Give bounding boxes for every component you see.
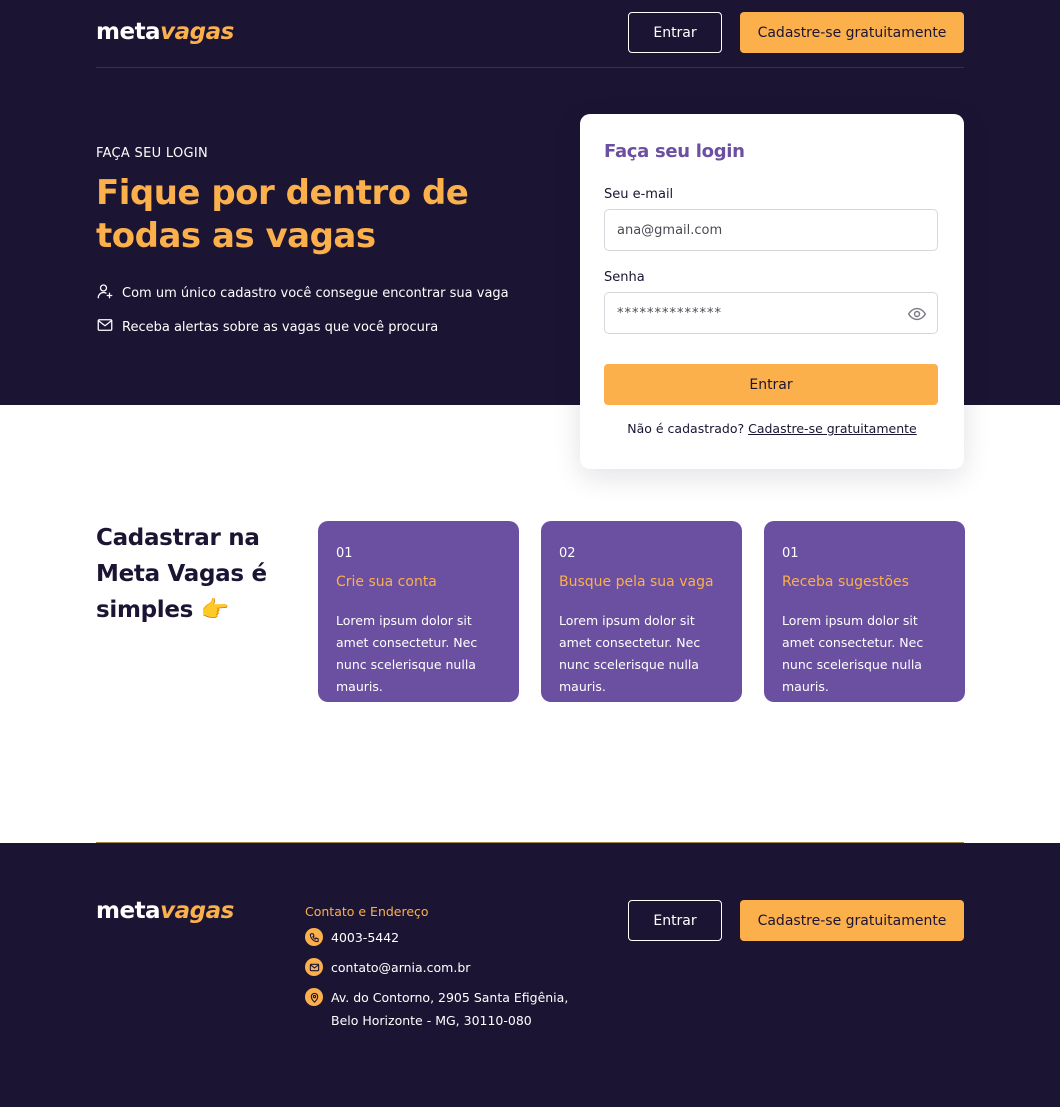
email-value: ana@gmail.com [617, 222, 723, 238]
email-text: contato@arnia.com.br [331, 960, 471, 975]
hero-eyebrow: FAÇA SEU LOGIN [96, 146, 209, 161]
step-number: 02 [559, 546, 576, 561]
header-divider [96, 67, 964, 68]
step-title: Crie sua conta [336, 574, 437, 590]
step-title: Receba sugestões [782, 574, 909, 590]
login-submit-button[interactable]: Entrar [604, 364, 938, 405]
step-title: Busque pela sua vaga [559, 574, 714, 590]
contact-email[interactable]: contato@arnia.com.br [305, 956, 470, 979]
benefit-item: Com um único cadastro você consegue enco… [96, 282, 509, 304]
footer-signup-button[interactable]: Cadastre-se gratuitamente [740, 900, 964, 941]
footer-section [0, 843, 1060, 1107]
address-line-2: Belo Horizonte - MG, 30110-080 [331, 1013, 532, 1028]
footer-divider [96, 842, 964, 843]
signup-prompt: Não é cadastrado? Cadastre-se gratuitame… [580, 421, 964, 436]
step-card: 01 Crie sua conta Lorem ipsum dolor sit … [318, 521, 519, 702]
header-signup-button[interactable]: Cadastre-se gratuitamente [740, 12, 964, 53]
mail-icon [305, 958, 323, 976]
step-card: 01 Receba sugestões Lorem ipsum dolor si… [764, 521, 965, 702]
phone-icon [305, 928, 323, 946]
logo-accent: vagas [160, 898, 234, 924]
address-text: Av. do Contorno, 2905 Santa Efigênia, Be… [331, 986, 571, 1032]
login-card: Faça seu login Seu e-mail ana@gmail.com … [580, 114, 964, 469]
mail-icon [96, 316, 114, 338]
signup-link[interactable]: Cadastre-se gratuitamente [748, 421, 917, 436]
email-label: Seu e-mail [604, 187, 674, 202]
steps-heading: Cadastrar na Meta Vagas é simples 👉 [96, 525, 267, 623]
step-description: Lorem ipsum dolor sit amet consectetur. … [559, 613, 701, 694]
password-value: ************** [617, 305, 722, 321]
footer-login-button[interactable]: Entrar [628, 900, 722, 941]
logo-accent: vagas [160, 19, 234, 45]
step-number: 01 [336, 546, 353, 561]
benefit-text: Com um único cadastro você consegue enco… [122, 285, 509, 301]
step-number: 01 [782, 546, 799, 561]
header-logo[interactable]: metavagas [96, 19, 234, 45]
email-field[interactable]: ana@gmail.com [604, 209, 938, 251]
contact-phone[interactable]: 4003-5442 [305, 926, 399, 949]
user-plus-icon [96, 282, 114, 304]
header-login-button[interactable]: Entrar [628, 12, 722, 53]
step-description: Lorem ipsum dolor sit amet consectetur. … [782, 613, 924, 694]
phone-text: 4003-5442 [331, 930, 400, 945]
logo-text: meta [96, 898, 161, 924]
signup-prompt-text: Não é cadastrado? [627, 421, 745, 436]
benefit-item: Receba alertas sobre as vagas que você p… [96, 316, 438, 338]
eye-icon[interactable] [907, 304, 927, 324]
contact-title: Contato e Endereço [305, 904, 429, 919]
logo-text: meta [96, 19, 161, 45]
login-card-title: Faça seu login [604, 141, 745, 162]
hero-headline: Fique por dentro de todas as vagas [96, 173, 469, 256]
address-line-1: Av. do Contorno, 2905 Santa Efigênia, [331, 990, 569, 1005]
footer-logo[interactable]: metavagas [96, 898, 234, 924]
benefit-text: Receba alertas sobre as vagas que você p… [122, 319, 439, 335]
step-card: 02 Busque pela sua vaga Lorem ipsum dolo… [541, 521, 742, 702]
contact-address: Av. do Contorno, 2905 Santa Efigênia, Be… [305, 986, 571, 1032]
location-pin-icon [305, 988, 323, 1006]
step-description: Lorem ipsum dolor sit amet consectetur. … [336, 613, 478, 694]
password-label: Senha [604, 270, 645, 285]
password-field[interactable]: ************** [604, 292, 938, 334]
